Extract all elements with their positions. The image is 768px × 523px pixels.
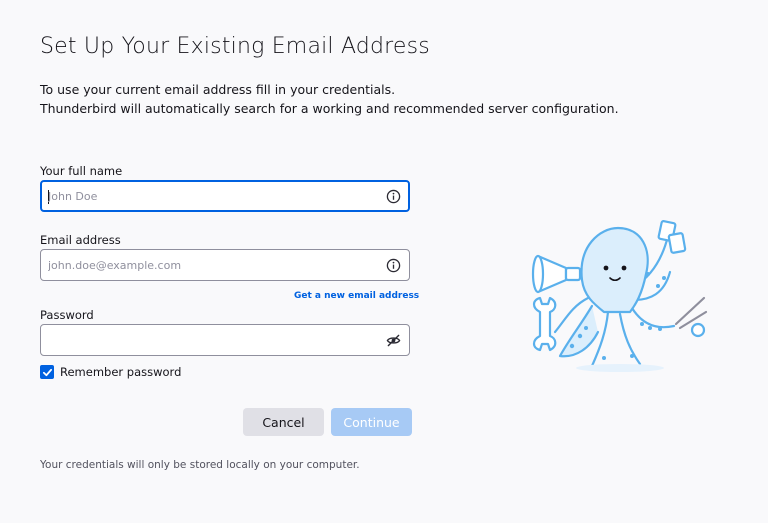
checkmark-icon [42,368,52,376]
eye-slash-icon[interactable] [386,333,401,348]
remember-password-checkbox[interactable] [40,365,54,379]
full-name-label: Your full name [40,164,123,178]
intro-line-2: Thunderbird will automatically search fo… [40,101,619,116]
full-name-input[interactable] [48,182,368,210]
full-name-field[interactable] [40,180,410,212]
password-label: Password [40,308,94,322]
email-field[interactable] [40,249,410,281]
email-input[interactable] [48,250,368,280]
remember-password-option[interactable]: Remember password [40,365,181,379]
credentials-note: Your credentials will only be stored loc… [40,459,360,471]
password-input[interactable] [48,325,368,355]
remember-password-label: Remember password [60,365,182,379]
intro-text: To use your current email address fill i… [40,80,619,118]
page-title: Set Up Your Existing Email Address [40,34,430,59]
continue-button[interactable]: Continue [331,408,412,436]
info-icon[interactable] [386,258,401,273]
get-new-email-link[interactable]: Get a new email address [294,291,419,301]
email-label: Email address [40,233,121,247]
password-field[interactable] [40,324,410,356]
info-icon[interactable] [386,189,401,204]
octopus-mascot-illustration [531,220,708,372]
intro-line-1: To use your current email address fill i… [40,82,396,97]
cancel-button[interactable]: Cancel [243,408,324,436]
